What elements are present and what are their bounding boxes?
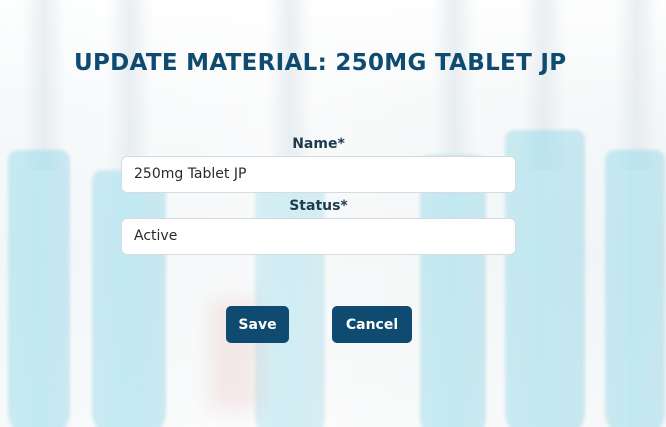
status-label: Status* — [289, 198, 348, 214]
cancel-button[interactable]: Cancel — [332, 306, 412, 343]
update-material-form: UPDATE MATERIAL: 250MG TABLET JP Name* 2… — [0, 0, 666, 427]
name-input[interactable]: 250mg Tablet JP — [121, 156, 516, 193]
status-input[interactable]: Active — [121, 218, 516, 255]
page-title: UPDATE MATERIAL: 250MG TABLET JP — [74, 50, 567, 76]
name-label: Name* — [292, 136, 345, 152]
save-button[interactable]: Save — [226, 306, 289, 343]
